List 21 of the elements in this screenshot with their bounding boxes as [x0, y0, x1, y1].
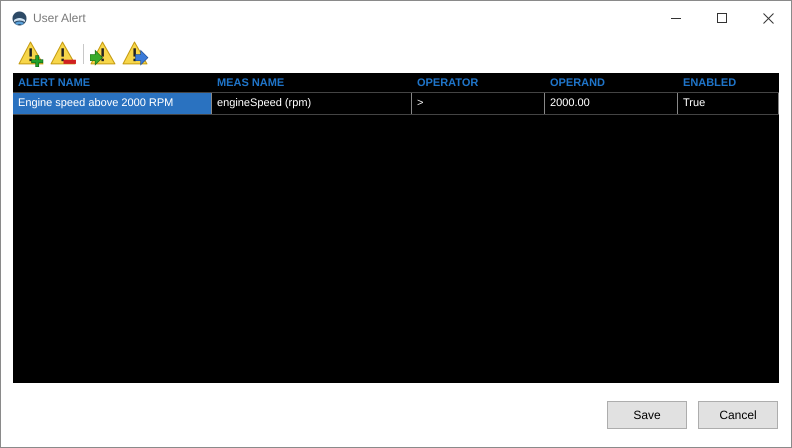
warning-arrow-icon[interactable]	[122, 41, 149, 67]
table-cell: >	[412, 93, 545, 114]
save-button[interactable]: Save	[607, 401, 687, 429]
table-cell: engineSpeed (rpm)	[212, 93, 412, 114]
column-header[interactable]: OPERAND	[545, 74, 678, 92]
table-cell: True	[678, 93, 779, 114]
table-cell: 2000.00	[545, 93, 678, 114]
table-row[interactable]: Engine speed above 2000 RPM engineSpeed (rpm) > 2000.00 True	[13, 93, 779, 115]
warning-plus-icon[interactable]	[18, 41, 45, 67]
warning-minus-icon[interactable]	[50, 41, 77, 67]
table-cell: Engine speed above 2000 RPM	[13, 93, 212, 114]
cancel-button[interactable]: Cancel	[698, 401, 778, 429]
column-header[interactable]: ALERT NAME	[13, 74, 212, 92]
window-title: User Alert	[33, 10, 86, 27]
maximize-icon	[717, 13, 727, 23]
warning-arrow-icon[interactable]	[90, 41, 117, 67]
column-header[interactable]: OPERATOR	[412, 74, 545, 92]
app-logo-icon	[12, 10, 27, 26]
column-header[interactable]: MEAS NAME	[212, 74, 412, 92]
column-header[interactable]: ENABLED	[678, 74, 779, 92]
close-icon	[762, 12, 774, 24]
